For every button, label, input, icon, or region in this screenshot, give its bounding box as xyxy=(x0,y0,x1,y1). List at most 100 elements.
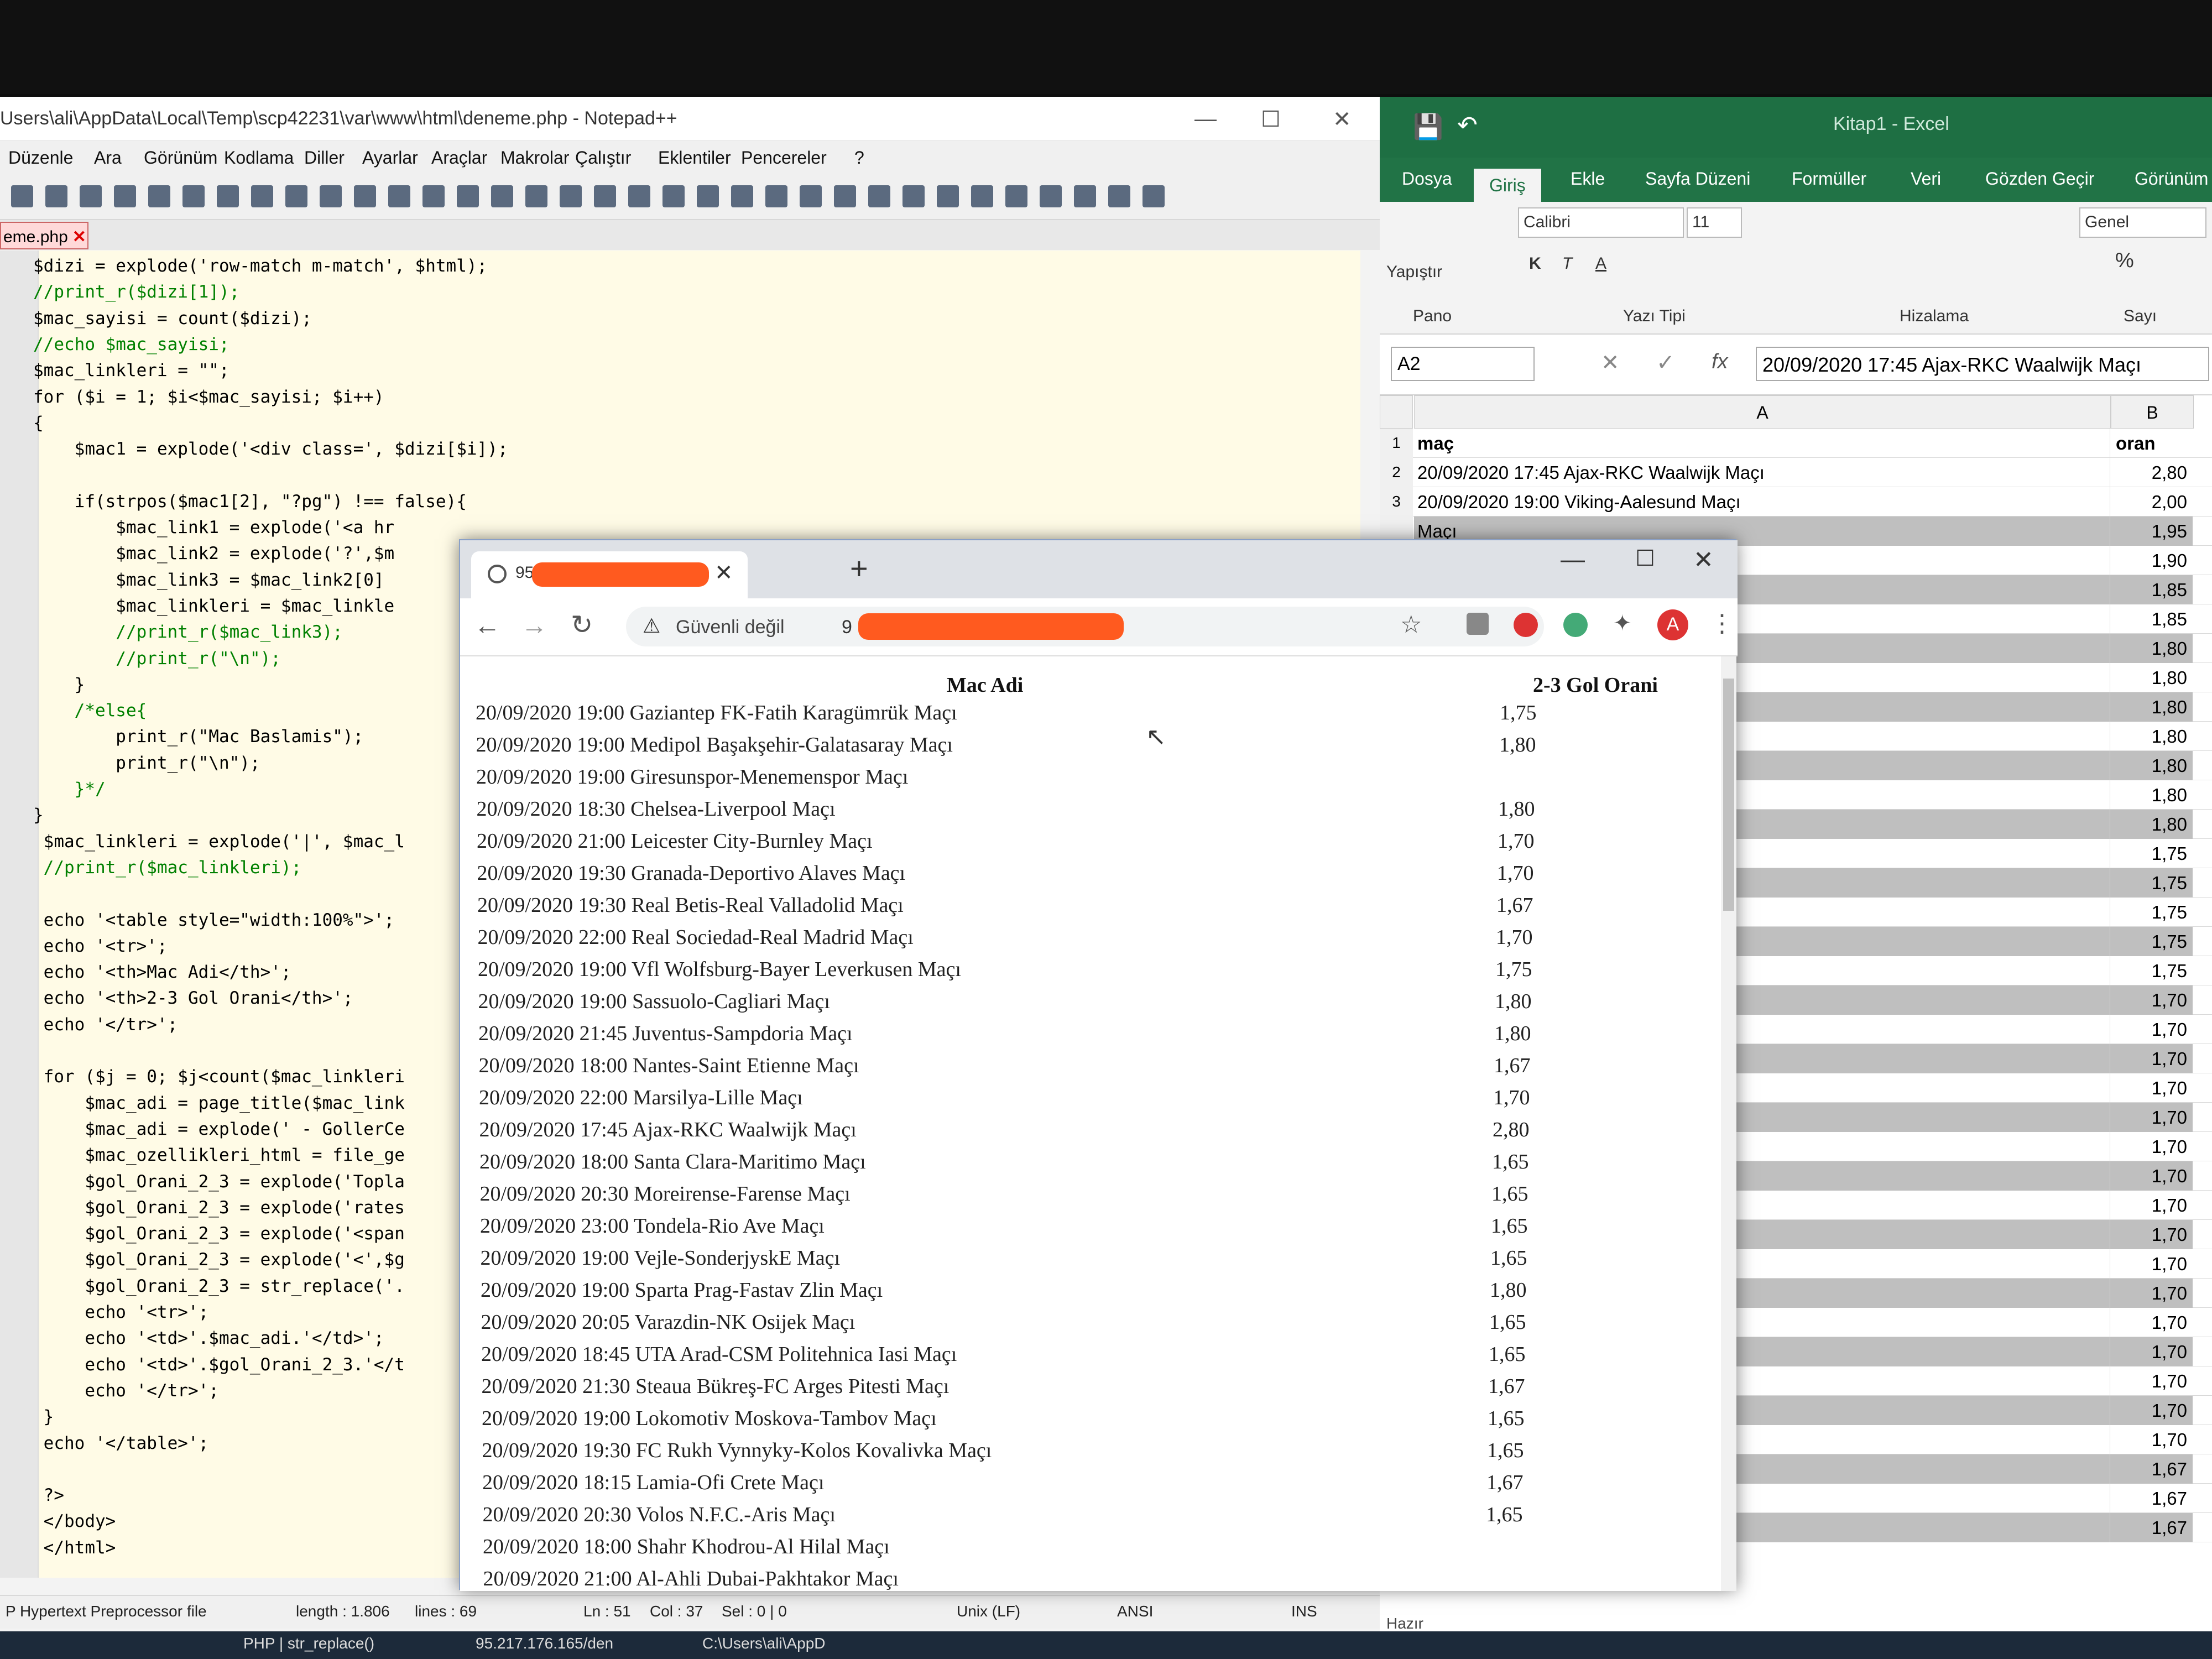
cell-b[interactable]: 1,70 xyxy=(2110,1132,2193,1161)
paste-button[interactable]: Yapıştır xyxy=(1386,263,1442,281)
scrollbar[interactable] xyxy=(1721,656,1736,1591)
toolbar-button-icon[interactable] xyxy=(1142,185,1165,207)
row-number[interactable]: 1 xyxy=(1380,429,1413,458)
cell-b[interactable]: 1,70 xyxy=(2110,1191,2193,1220)
save-icon[interactable]: 💾 xyxy=(1413,112,1443,141)
menu-item[interactable]: Diller xyxy=(304,148,345,168)
menu-item[interactable]: Ara xyxy=(94,148,122,168)
sheet-header-row[interactable]: 1 maç oran xyxy=(1380,429,2212,458)
cell-b[interactable]: 1,70 xyxy=(2110,1337,2193,1366)
extension-icon[interactable] xyxy=(1467,613,1489,635)
toolbar-button-icon[interactable] xyxy=(251,185,273,207)
taskbar-item[interactable]: 95.217.176.165/den xyxy=(476,1635,613,1652)
cell-b[interactable]: 1,70 xyxy=(2110,1249,2193,1279)
cell-b[interactable]: 1,80 xyxy=(2110,663,2193,692)
cell-b[interactable]: 1,70 xyxy=(2110,1425,2193,1454)
underline-button[interactable]: A xyxy=(1595,254,1606,273)
toolbar-button-icon[interactable] xyxy=(11,185,33,207)
close-tab-icon[interactable]: ✕ xyxy=(714,560,733,586)
cell-b[interactable]: 1,80 xyxy=(2110,751,2193,780)
minimize-icon[interactable]: — xyxy=(1194,107,1217,132)
ribbon-tab[interactable]: Görünüm xyxy=(2135,169,2208,189)
cell-b[interactable]: 1,85 xyxy=(2110,604,2193,634)
minimize-icon[interactable]: — xyxy=(1561,546,1585,573)
toolbar-button-icon[interactable] xyxy=(354,185,376,207)
back-icon[interactable]: ← xyxy=(474,611,500,641)
select-all-corner[interactable] xyxy=(1380,395,1413,429)
header-cell-a[interactable]: maç xyxy=(1414,429,2111,458)
confirm-icon[interactable]: ✓ xyxy=(1656,350,1675,375)
bold-button[interactable]: K xyxy=(1529,254,1541,273)
cell-b[interactable]: 1,70 xyxy=(2110,1396,2193,1425)
toolbar-button-icon[interactable] xyxy=(114,185,136,207)
toolbar-button-icon[interactable] xyxy=(1108,185,1130,207)
toolbar-button-icon[interactable] xyxy=(422,185,445,207)
cell-b[interactable]: 1,75 xyxy=(2110,898,2193,927)
toolbar-button-icon[interactable] xyxy=(937,185,959,207)
file-tab[interactable]: eme.php ✕ xyxy=(0,222,88,249)
toolbar-button-icon[interactable] xyxy=(148,185,170,207)
cell-b[interactable]: 1,90 xyxy=(2110,546,2193,575)
bookmark-star-icon[interactable]: ☆ xyxy=(1400,611,1422,639)
adblock-icon[interactable] xyxy=(1514,613,1538,637)
cell-b[interactable]: 1,95 xyxy=(2110,517,2193,546)
toolbar-button-icon[interactable] xyxy=(800,185,822,207)
toolbar-button-icon[interactable] xyxy=(182,185,205,207)
toolbar-button-icon[interactable] xyxy=(662,185,685,207)
ribbon-tab[interactable]: Ekle xyxy=(1571,169,1605,189)
close-icon[interactable]: ✕ xyxy=(1333,107,1352,132)
menu-item[interactable]: Görünüm xyxy=(144,148,217,168)
cell-b[interactable]: 1,70 xyxy=(2110,1366,2193,1396)
ribbon-tab[interactable]: Sayfa Düzeni xyxy=(1645,169,1750,189)
number-format-select[interactable]: Genel xyxy=(2079,207,2206,238)
toolbar-button-icon[interactable] xyxy=(525,185,547,207)
close-tab-icon[interactable]: ✕ xyxy=(72,228,86,246)
menu-icon[interactable]: ⋮ xyxy=(1710,609,1734,638)
reload-icon[interactable]: ↻ xyxy=(571,609,593,640)
column-header-b[interactable]: B xyxy=(2111,395,2194,429)
toolbar-button-icon[interactable] xyxy=(560,185,582,207)
cell-b[interactable]: 1,70 xyxy=(2110,1279,2193,1308)
new-tab-button[interactable]: + xyxy=(850,550,868,586)
menu-item[interactable]: Çalıştır xyxy=(575,148,631,168)
cell-b[interactable]: 1,70 xyxy=(2110,985,2193,1015)
close-icon[interactable]: ✕ xyxy=(1693,546,1714,574)
cell-b[interactable]: 1,80 xyxy=(2110,634,2193,663)
cell-b[interactable]: 1,75 xyxy=(2110,868,2193,898)
row-number[interactable]: 2 xyxy=(1380,458,1413,487)
toolbar-button-icon[interactable] xyxy=(628,185,650,207)
cell-b[interactable]: 1,75 xyxy=(2110,927,2193,956)
toolbar-button-icon[interactable] xyxy=(594,185,616,207)
toolbar-button-icon[interactable] xyxy=(457,185,479,207)
toolbar-button-icon[interactable] xyxy=(320,185,342,207)
cancel-icon[interactable]: ✕ xyxy=(1601,350,1620,375)
column-header-a[interactable]: A xyxy=(1414,395,2111,429)
toolbar-button-icon[interactable] xyxy=(1040,185,1062,207)
font-name-select[interactable]: Calibri xyxy=(1518,207,1684,238)
cell-b[interactable]: 1,67 xyxy=(2110,1484,2193,1513)
toolbar-button-icon[interactable] xyxy=(217,185,239,207)
browser-tab[interactable]: 95 ✕ xyxy=(471,551,748,598)
sheet-row[interactable]: 2 20/09/2020 17:45 Ajax-RKC Waalwijk Maçı… xyxy=(1380,458,2212,487)
header-cell-b[interactable]: oran xyxy=(2110,429,2193,458)
undo-icon[interactable]: ↶ xyxy=(1457,111,1478,139)
cell-b[interactable]: 1,70 xyxy=(2110,1015,2193,1044)
taskbar-item[interactable]: C:\Users\ali\AppD xyxy=(702,1635,826,1652)
ribbon-tab[interactable]: Dosya xyxy=(1402,169,1452,189)
cell-b[interactable]: 1,80 xyxy=(2110,810,2193,839)
cell-b[interactable]: 1,70 xyxy=(2110,1044,2193,1073)
menu-item[interactable]: Makrolar xyxy=(500,148,569,168)
font-size-select[interactable]: 11 xyxy=(1687,207,1742,238)
function-icon[interactable]: fx xyxy=(1712,350,1728,374)
forward-icon[interactable]: → xyxy=(521,611,547,641)
taskbar-item[interactable]: PHP | str_replace() xyxy=(243,1635,374,1652)
toolbar-button-icon[interactable] xyxy=(491,185,513,207)
toolbar-button-icon[interactable] xyxy=(765,185,787,207)
toolbar-button-icon[interactable] xyxy=(80,185,102,207)
toolbar-button-icon[interactable] xyxy=(45,185,67,207)
ribbon-tab[interactable]: Formüller xyxy=(1792,169,1866,189)
toolbar-button-icon[interactable] xyxy=(868,185,890,207)
toolbar-button-icon[interactable] xyxy=(285,185,307,207)
toolbar-button-icon[interactable] xyxy=(971,185,993,207)
cell-b[interactable]: 1,67 xyxy=(2110,1513,2193,1542)
